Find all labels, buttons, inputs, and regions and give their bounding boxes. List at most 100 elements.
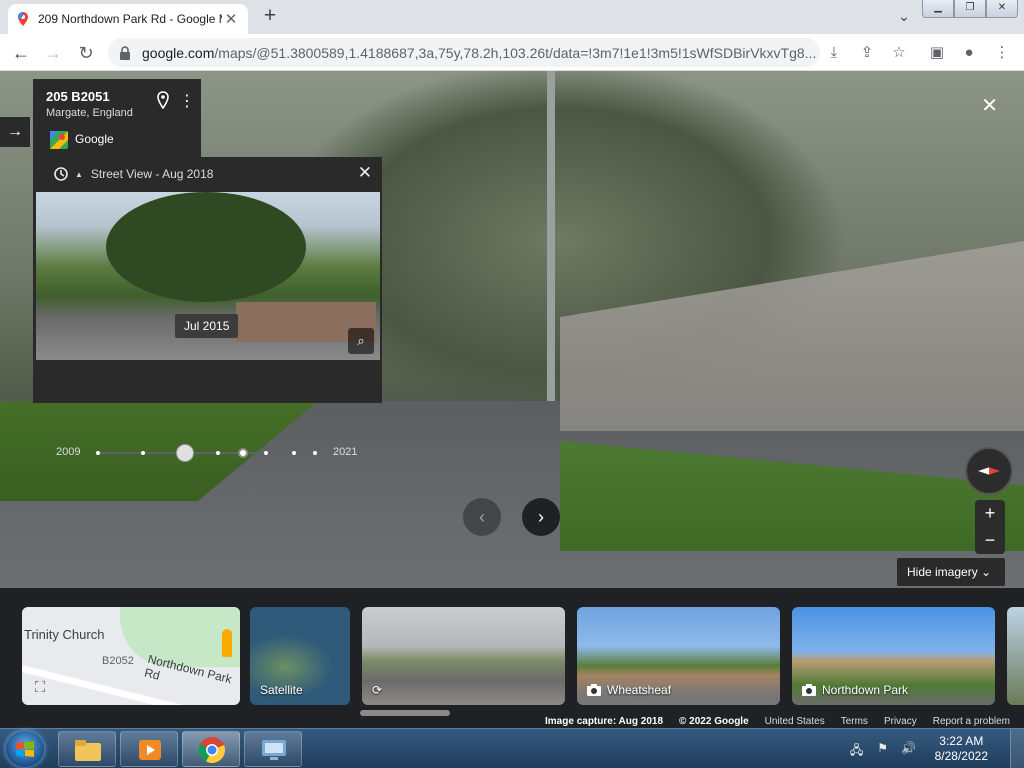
photo-caption-text: Wheatsheaf bbox=[607, 683, 672, 697]
hide-imagery-button[interactable]: Hide imagery ⌄ bbox=[897, 558, 1005, 586]
timeline-end-year: 2021 bbox=[333, 446, 358, 458]
clock-time: 3:22 AM bbox=[939, 734, 984, 748]
satellite-label: Satellite bbox=[260, 683, 303, 697]
timeline-date-dot[interactable] bbox=[313, 451, 317, 455]
caret-up-icon: ▲ bbox=[75, 169, 83, 179]
street-view-panorama[interactable]: → 205 B2051 Margate, England ⋮ Google ▲ … bbox=[0, 71, 1024, 588]
strip-scrollbar[interactable] bbox=[360, 710, 450, 716]
google-maps-icon bbox=[18, 12, 28, 26]
tab-title: 209 Northdown Park Rd - Google M bbox=[38, 12, 222, 26]
minimap-label-church: Trinity Church bbox=[24, 627, 105, 642]
exit-street-view-button[interactable]: ✕ bbox=[981, 93, 998, 118]
tab-search-chevron-icon[interactable]: ⌄ bbox=[893, 8, 915, 28]
terms-link[interactable]: Terms bbox=[841, 716, 868, 727]
next-photo-tile[interactable] bbox=[1007, 607, 1024, 705]
url-text: google.com/maps/@51.3800589,1.4188687,3a… bbox=[142, 44, 817, 61]
address-bar[interactable]: google.com/maps/@51.3800589,1.4188687,3a… bbox=[108, 38, 820, 67]
camera-icon bbox=[802, 684, 816, 696]
privacy-link[interactable]: Privacy bbox=[884, 716, 917, 727]
media-player-icon bbox=[139, 740, 161, 760]
new-tab-button[interactable]: + bbox=[258, 5, 282, 29]
network-app-taskbar-button[interactable] bbox=[244, 731, 302, 767]
photo-sphere-icon: ⟳ bbox=[372, 683, 383, 697]
photo-caption: Wheatsheaf bbox=[587, 683, 671, 697]
photo-caption: Northdown Park bbox=[802, 683, 908, 697]
profile-avatar-icon[interactable]: ● bbox=[958, 42, 980, 64]
place-card: 205 B2051 Margate, England ⋮ Google bbox=[33, 79, 201, 157]
reload-button[interactable]: ↻ bbox=[73, 40, 99, 66]
zoom-out-button[interactable]: − bbox=[975, 527, 1005, 554]
close-window-button[interactable]: ✕ bbox=[986, 0, 1018, 18]
timeline-date-dot[interactable] bbox=[264, 451, 268, 455]
media-player-taskbar-button[interactable] bbox=[120, 731, 178, 767]
network-icon[interactable]: 🖧 bbox=[849, 741, 865, 757]
expand-side-panel-button[interactable]: → bbox=[0, 117, 30, 147]
browser-tab[interactable]: 209 Northdown Park Rd - Google M ✕ bbox=[8, 4, 248, 34]
history-clock-icon bbox=[54, 167, 68, 181]
camera-icon bbox=[587, 684, 601, 696]
map-pin-icon[interactable] bbox=[155, 91, 171, 109]
report-problem-link[interactable]: Report a problem bbox=[933, 716, 1010, 727]
browser-toolbar: ← → ↻ google.com/maps/@51.3800589,1.4188… bbox=[0, 34, 1024, 71]
map-footer: Image capture: Aug 2018 © 2022 Google Un… bbox=[545, 716, 1010, 727]
tab-close-icon[interactable]: ✕ bbox=[222, 10, 240, 28]
flag-alert-icon[interactable]: ⚑ bbox=[875, 741, 891, 757]
start-button[interactable] bbox=[6, 731, 44, 767]
time-machine-header[interactable]: ▲ Street View - Aug 2018 bbox=[45, 166, 213, 182]
minimap-tile[interactable]: Trinity Church B2052 Northdown Park Rd ⛶ bbox=[22, 607, 240, 705]
minimap-label-road: B2052 bbox=[102, 655, 134, 667]
install-app-icon[interactable]: ⤓ bbox=[823, 42, 845, 64]
clock-date: 8/28/2022 bbox=[934, 749, 988, 763]
panorama-lamp-post bbox=[547, 71, 555, 401]
show-desktop-button[interactable] bbox=[1010, 729, 1024, 768]
restore-button[interactable]: ❐ bbox=[954, 0, 986, 18]
chrome-icon bbox=[198, 737, 225, 763]
minimize-button[interactable]: ▁ bbox=[922, 0, 954, 18]
back-button[interactable]: ← bbox=[8, 40, 34, 66]
time-machine-panel: ▲ Street View - Aug 2018 ✕ ⌕ Jul 2015 20… bbox=[33, 157, 382, 462]
windows-taskbar: 🖧 ⚑ 🔊 3:22 AM 8/28/2022 bbox=[0, 728, 1024, 768]
timeline-date-dot[interactable] bbox=[292, 451, 296, 455]
more-options-icon[interactable]: ⋮ bbox=[179, 91, 195, 111]
country-link[interactable]: United States bbox=[765, 716, 825, 727]
previous-image-button[interactable]: ‹ bbox=[463, 498, 501, 536]
satellite-tile[interactable]: Satellite bbox=[250, 607, 350, 705]
share-icon[interactable]: ⇪ bbox=[856, 42, 878, 64]
timeline-date-dot[interactable] bbox=[96, 451, 100, 455]
timeline-start-year: 2009 bbox=[56, 446, 81, 458]
zoom-in-preview-icon[interactable]: ⌕ bbox=[348, 328, 374, 354]
timeline-current-date[interactable] bbox=[238, 448, 248, 458]
copyright-text: © 2022 Google bbox=[679, 716, 749, 727]
browser-tab-bar: 209 Northdown Park Rd - Google M ✕ + ⌄ ▁… bbox=[0, 0, 1024, 34]
network-monitor-icon bbox=[262, 740, 286, 760]
windows-logo-icon bbox=[16, 741, 34, 757]
next-image-button[interactable]: › bbox=[522, 498, 560, 536]
zoom-in-button[interactable]: + bbox=[975, 500, 1005, 527]
system-clock[interactable]: 3:22 AM 8/28/2022 bbox=[935, 734, 988, 764]
preview-tree bbox=[106, 192, 306, 302]
chrome-taskbar-button[interactable] bbox=[182, 731, 240, 767]
compass-icon[interactable] bbox=[965, 447, 1013, 495]
close-time-machine-button[interactable]: ✕ bbox=[358, 163, 372, 183]
side-panel-icon[interactable]: ▣ bbox=[926, 42, 948, 64]
timeline-date-dot[interactable] bbox=[141, 451, 145, 455]
zoom-control: + − bbox=[975, 500, 1005, 554]
image-capture-date: Image capture: Aug 2018 bbox=[545, 716, 664, 727]
wheatsheaf-photo-tile[interactable]: Wheatsheaf bbox=[577, 607, 780, 705]
folder-icon bbox=[75, 740, 101, 761]
timeline-date-dot[interactable] bbox=[216, 451, 220, 455]
file-explorer-taskbar-button[interactable] bbox=[58, 731, 116, 767]
imagery-provider: Google bbox=[75, 132, 114, 146]
timeline-slider-handle[interactable] bbox=[176, 444, 194, 462]
browser-menu-icon[interactable]: ⋮ bbox=[991, 42, 1013, 64]
street-view-photo-tile[interactable]: ⟳ bbox=[362, 607, 565, 705]
northdown-park-photo-tile[interactable]: Northdown Park bbox=[792, 607, 995, 705]
date-tooltip: Jul 2015 bbox=[175, 314, 239, 338]
place-subtitle: Margate, England bbox=[46, 107, 133, 119]
time-machine-title: Street View - Aug 2018 bbox=[90, 167, 214, 181]
forward-button[interactable]: → bbox=[40, 40, 66, 66]
timeline-track[interactable] bbox=[99, 452, 315, 454]
expand-map-icon[interactable]: ⛶ bbox=[30, 679, 50, 699]
bookmark-star-icon[interactable]: ☆ bbox=[888, 42, 910, 64]
volume-icon[interactable]: 🔊 bbox=[901, 741, 917, 757]
